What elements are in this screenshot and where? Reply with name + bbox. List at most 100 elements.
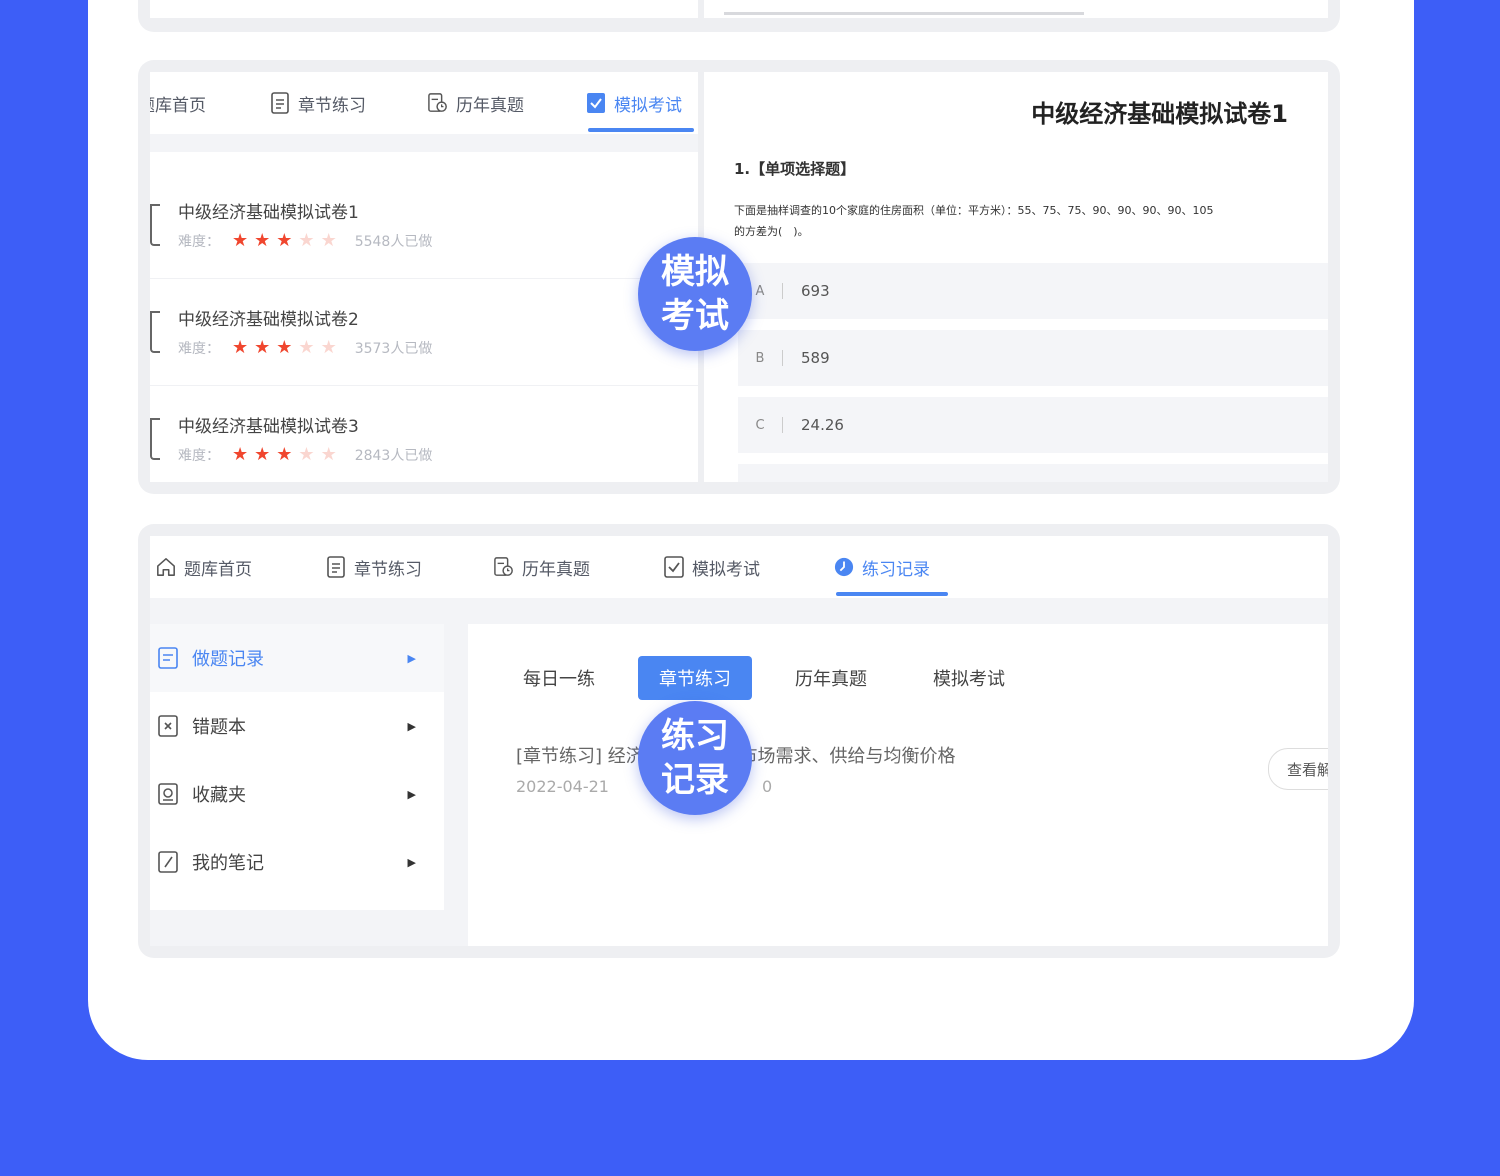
star-empty-icon: ★ xyxy=(298,230,315,251)
question-text-line2: 的方差为( )。 xyxy=(734,225,809,238)
active-tab-underline xyxy=(588,128,694,132)
record-date: 2022-04-21 xyxy=(516,777,609,796)
subtab-chapter-practice[interactable]: 章节练习 xyxy=(638,656,752,700)
star-empty-icon: ★ xyxy=(298,444,315,465)
star-empty-icon: ★ xyxy=(320,337,337,358)
history-doc-icon xyxy=(428,92,448,114)
star-filled-icon: ★ xyxy=(232,230,249,251)
menu-item-favorites[interactable]: 收藏夹 ▶ xyxy=(150,760,444,828)
tab-label: 练习记录 xyxy=(862,559,930,580)
option-value: 693 xyxy=(801,282,830,300)
difficulty-label: 难度： xyxy=(178,447,220,464)
paper-meta: 难度： ★ ★ ★ ★ ★ 5548人已做 xyxy=(178,230,432,251)
menu-label: 错题本 xyxy=(192,717,246,738)
badge-line: 考试 xyxy=(661,296,729,336)
record-content: 每日一练 章节练习 历年真题 模拟考试 [章节练习] 经济基础第一章 市场需求、… xyxy=(468,624,1328,946)
tab-past-exams[interactable]: 历年真题 xyxy=(428,72,524,134)
exam-right-panel: 中级经济基础模拟试卷1 1.【单项选择题】 下面是抽样调查的10个家庭的住房面积… xyxy=(704,72,1328,482)
menu-label: 收藏夹 xyxy=(192,785,246,806)
tab-label: 题库首页 xyxy=(184,559,252,580)
tab-past-exams[interactable]: 历年真题 xyxy=(494,536,590,598)
badge-line: 练习 xyxy=(661,716,729,756)
paper-item[interactable]: 中级经济基础模拟试卷3 难度： ★ ★ ★ ★ ★ 2843人已做 xyxy=(150,382,698,482)
history-doc-icon xyxy=(494,556,514,578)
answer-option-c[interactable]: C 24.26 xyxy=(738,397,1328,453)
tab-label: 章节练习 xyxy=(298,95,366,116)
star-empty-icon: ★ xyxy=(320,444,337,465)
difficulty-label: 难度： xyxy=(178,233,220,250)
menu-item-my-notes[interactable]: 我的笔记 ▶ xyxy=(150,828,444,896)
document-icon xyxy=(270,92,290,114)
tab-question-bank-home[interactable]: 题库首页 xyxy=(156,536,252,598)
tab-label: 历年真题 xyxy=(522,559,590,580)
answer-option-partial[interactable] xyxy=(738,464,1328,482)
option-letter: C xyxy=(755,417,765,433)
active-tab-underline xyxy=(836,592,948,596)
menu-label: 做题记录 xyxy=(192,649,264,670)
star-filled-icon: ★ xyxy=(254,444,271,465)
button-label: 查看解析 xyxy=(1287,761,1328,779)
menu-item-wrong-book[interactable]: 错题本 ▶ xyxy=(150,692,444,760)
difficulty-stars: ★ ★ ★ ★ ★ xyxy=(232,444,337,465)
record-clock-icon xyxy=(834,556,854,578)
star-filled-icon: ★ xyxy=(254,230,271,251)
star-filled-icon: ★ xyxy=(276,337,293,358)
item-bracket xyxy=(150,204,160,246)
tab-question-bank-home[interactable]: 题库首页 xyxy=(150,72,206,134)
done-count: 5548人已做 xyxy=(354,233,433,250)
practice-record-screenshot: 题库首页 章节练习 历年真题 模拟考试 练习记录 做题记录 ▶ 错题本 ▶ 收藏… xyxy=(138,524,1340,958)
paper-item[interactable]: 中级经济基础模拟试卷1 难度： ★ ★ ★ ★ ★ 5548人已做 xyxy=(150,168,698,274)
subtab-daily-practice[interactable]: 每日一练 xyxy=(504,656,614,700)
option-value: 589 xyxy=(801,349,830,367)
tab-chapter-practice[interactable]: 章节练习 xyxy=(270,72,366,134)
record-sidebar: 做题记录 ▶ 错题本 ▶ 收藏夹 ▶ 我的笔记 ▶ xyxy=(150,624,444,910)
wrong-book-icon xyxy=(158,715,180,737)
option-value: 24.26 xyxy=(801,416,844,434)
tab-practice-record[interactable]: 练习记录 xyxy=(834,536,930,598)
previous-left-panel xyxy=(150,0,698,18)
option-separator xyxy=(782,417,783,433)
record-score: 0 xyxy=(762,777,773,796)
answer-option-a[interactable]: A 693 xyxy=(738,263,1328,319)
star-filled-icon: ★ xyxy=(254,337,271,358)
star-empty-icon: ★ xyxy=(298,337,315,358)
paper-item[interactable]: 中级经济基础模拟试卷2 难度： ★ ★ ★ ★ ★ 3573人已做 xyxy=(150,275,698,381)
difficulty-stars: ★ ★ ★ ★ ★ xyxy=(232,337,337,358)
practice-record-badge: 练习 记录 xyxy=(638,701,752,815)
home-icon xyxy=(156,556,176,578)
option-separator xyxy=(782,350,783,366)
view-analysis-button[interactable]: 查看解析 xyxy=(1268,748,1328,790)
star-filled-icon: ★ xyxy=(232,444,249,465)
exam-left-panel: 题库首页 章节练习 历年真题 xyxy=(150,72,698,482)
subtab-past-exams[interactable]: 历年真题 xyxy=(776,656,886,700)
star-filled-icon: ★ xyxy=(276,444,293,465)
menu-item-answer-records[interactable]: 做题记录 ▶ xyxy=(150,624,444,692)
question-text: 下面是抽样调查的10个家庭的住房面积（单位：平方米）：55、75、75、90、9… xyxy=(734,204,1214,217)
chevron-right-icon: ▶ xyxy=(407,855,416,869)
subtab-label: 每日一练 xyxy=(523,669,595,690)
notes-icon xyxy=(158,851,180,873)
tab-mock-exam[interactable]: 模拟考试 xyxy=(586,72,682,134)
star-filled-icon: ★ xyxy=(232,337,249,358)
difficulty-label: 难度： xyxy=(178,340,220,357)
badge-line: 模拟 xyxy=(661,252,729,292)
answer-option-b[interactable]: B 589 xyxy=(738,330,1328,386)
subtab-label: 历年真题 xyxy=(795,669,867,690)
paper-meta: 难度： ★ ★ ★ ★ ★ 2843人已做 xyxy=(178,444,432,465)
subtab-mock-exam[interactable]: 模拟考试 xyxy=(914,656,1024,700)
done-count: 2843人已做 xyxy=(354,447,433,464)
tab-separator-strip xyxy=(150,134,698,152)
subtab-label: 章节练习 xyxy=(659,669,731,690)
previous-screenshot-frame xyxy=(138,0,1340,32)
tab-mock-exam[interactable]: 模拟考试 xyxy=(664,536,760,598)
star-empty-icon: ★ xyxy=(320,230,337,251)
mock-exam-screenshot: 题库首页 章节练习 历年真题 xyxy=(138,60,1340,494)
option-separator xyxy=(782,283,783,299)
paper-title: 中级经济基础模拟试卷1 xyxy=(178,203,359,223)
promo-card: 题库首页 章节练习 历年真题 xyxy=(88,0,1414,1060)
tab-chapter-practice[interactable]: 章节练习 xyxy=(326,536,422,598)
exam-check-icon xyxy=(664,556,684,578)
tab-label: 章节练习 xyxy=(354,559,422,580)
menu-label: 我的笔记 xyxy=(192,853,264,874)
exam-tab-bar: 题库首页 章节练习 历年真题 xyxy=(150,72,698,134)
